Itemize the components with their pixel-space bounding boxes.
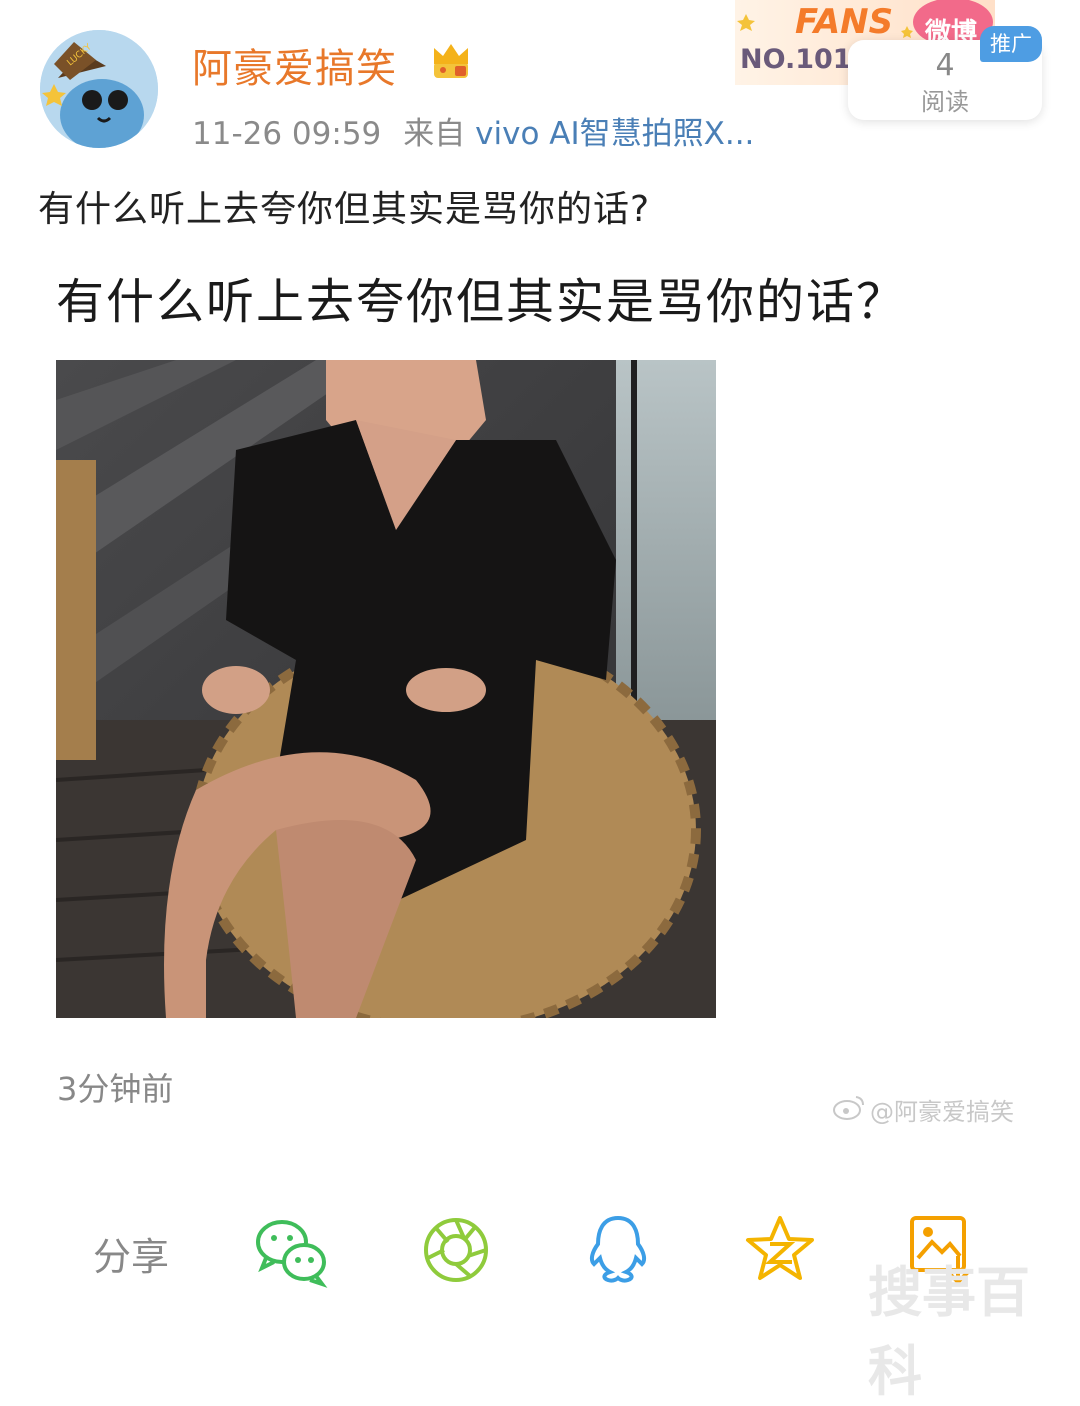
vip-crown-icon [434, 44, 468, 78]
post-source[interactable]: vivo AI智慧拍照X... [475, 116, 754, 152]
post-time: 3分钟前 [57, 1070, 174, 1108]
qq-icon[interactable] [580, 1212, 656, 1288]
post-date: 11-26 09:59 [192, 116, 382, 152]
post-text: 有什么听上去夸你但其实是骂你的话? [38, 189, 651, 230]
read-label: 阅读 [921, 88, 969, 116]
fans-label: FANS [795, 2, 894, 42]
share-label: 分享 [93, 1235, 170, 1279]
post-image[interactable] [56, 360, 716, 1018]
photo-illustration [56, 360, 716, 1018]
image-headline: 有什么听上去夸你但其实是骂你的话？ [56, 274, 907, 330]
post-meta: 11-26 09:59 来自 vivo AI智慧拍照X... [192, 108, 754, 153]
corner-watermark: 搜事百科 [868, 1261, 1030, 1403]
moments-icon[interactable] [418, 1212, 494, 1288]
promo-tag: 推广 [980, 26, 1042, 62]
author-avatar[interactable]: LUCKY [40, 30, 158, 148]
author-name[interactable]: 阿豪爱搞笑 [192, 36, 397, 94]
qzone-icon[interactable] [742, 1212, 818, 1288]
source-prefix: 来自 [403, 116, 466, 152]
weibo-logo-icon [833, 1096, 864, 1120]
cat-avatar-icon: LUCKY [40, 30, 158, 148]
wechat-icon[interactable] [254, 1212, 330, 1288]
image-watermark: @阿豪爱搞笑 [870, 1098, 1014, 1126]
